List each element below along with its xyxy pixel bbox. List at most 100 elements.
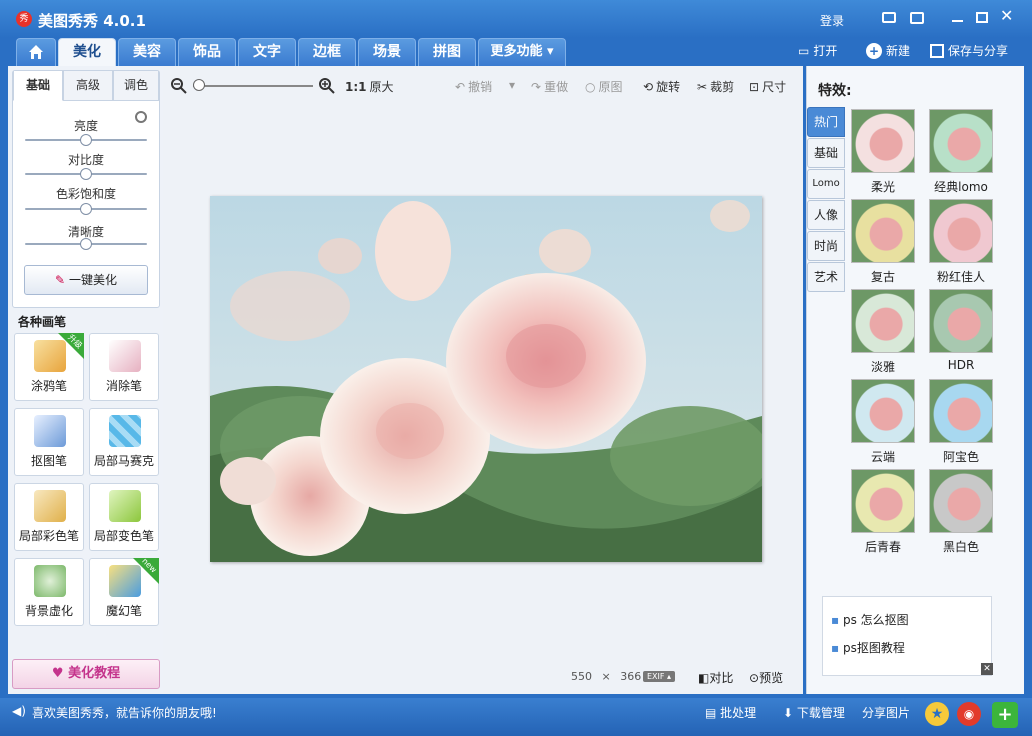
redo-button[interactable]: ↷ 重做	[531, 78, 568, 95]
rotate-button[interactable]: ⟲ 旋转	[643, 78, 680, 95]
color-brush-button[interactable]: 局部彩色笔	[14, 483, 84, 551]
effect-thumbnail[interactable]	[929, 469, 993, 533]
brush-label: 魔幻笔	[105, 604, 142, 618]
fx-tab-art[interactable]: 艺术	[807, 262, 845, 292]
skin-icon[interactable]	[910, 12, 924, 24]
qzone-icon[interactable]: ★	[925, 702, 949, 726]
save-icon	[930, 43, 944, 58]
fx-tab-hot[interactable]: 热门	[807, 107, 845, 137]
brush-label: 涂鸦笔	[30, 379, 67, 393]
fx-tab-fashion[interactable]: 时尚	[807, 231, 845, 261]
maximize-icon[interactable]	[976, 12, 988, 23]
weibo-icon[interactable]: ◉	[957, 702, 981, 726]
zoom-out-icon[interactable]	[171, 78, 187, 94]
effect-thumbnail[interactable]	[851, 109, 915, 173]
fx-tab-basic[interactable]: 基础	[807, 138, 845, 168]
magic-brush-button[interactable]: new 魔幻笔	[89, 556, 159, 626]
tab-accessories[interactable]: 饰品	[178, 38, 236, 66]
effect-thumbnail[interactable]	[929, 109, 993, 173]
message-icon[interactable]	[882, 12, 896, 23]
resize-button[interactable]: ⊡ 尺寸	[749, 78, 786, 95]
fx-tab-portrait[interactable]: 人像	[807, 200, 845, 230]
scissors-icon: ✂	[697, 79, 708, 94]
hand-icon: ♥	[51, 666, 69, 681]
original-size-button[interactable]: 1:1 原大	[345, 78, 394, 95]
sharpness-knob[interactable]	[80, 238, 92, 250]
image-width: 550	[571, 670, 592, 683]
zoom-in-icon[interactable]	[319, 78, 335, 94]
ad-box: ▪ ps 怎么抠图 ▪ ps抠图教程 ✕	[822, 596, 993, 676]
cutout-brush-button[interactable]: 抠图笔	[14, 408, 84, 476]
magic-icon: ✎	[55, 273, 66, 287]
effect-thumbnail[interactable]	[929, 289, 993, 353]
eraser-brush-button[interactable]: 消除笔	[89, 333, 159, 401]
undo-dropdown-icon[interactable]: ▾	[509, 78, 515, 92]
zoom-slider[interactable]	[193, 85, 313, 87]
tab-frame[interactable]: 边框	[298, 38, 356, 66]
saturation-knob[interactable]	[80, 203, 92, 215]
recolor-brush-button[interactable]: 局部变色笔	[89, 483, 159, 551]
effect-label: 云端	[870, 450, 895, 464]
effect-thumbnail[interactable]	[851, 289, 915, 353]
close-icon[interactable]: ✕	[1000, 8, 1013, 24]
compare-button[interactable]: ◧对比	[698, 669, 733, 686]
tab-more[interactable]: 更多功能 ▾	[478, 38, 566, 66]
tab-beauty[interactable]: 美容	[118, 38, 176, 66]
saturation-label: 色彩饱和度	[55, 187, 116, 201]
photo-canvas[interactable]	[210, 196, 770, 562]
tutorial-button[interactable]: ♥ 美化教程	[12, 659, 160, 689]
share-image-button[interactable]: 分享图片	[862, 704, 910, 721]
open-button[interactable]: ▭ 打开	[798, 42, 837, 59]
effect-thumbnail[interactable]	[929, 379, 993, 443]
tab-text[interactable]: 文字	[238, 38, 296, 66]
preview-button[interactable]: ⊙预览	[749, 669, 783, 686]
subtab-advanced[interactable]: 高级	[63, 71, 113, 101]
ad-close-icon[interactable]: ✕	[981, 663, 993, 675]
undo-button[interactable]: ↶ 撤销	[455, 78, 492, 95]
ad-link[interactable]: ▪ ps抠图教程	[831, 639, 905, 656]
effect-label: 后青春	[864, 540, 901, 554]
original-button[interactable]: ○ 原图	[585, 78, 623, 95]
effect-label: 黑白色	[942, 540, 979, 554]
fx-tab-lomo[interactable]: Lomo	[807, 169, 845, 199]
crop-button[interactable]: ✂ 裁剪	[697, 78, 734, 95]
mosaic-brush-button[interactable]: 局部马赛克	[89, 408, 159, 476]
blur-icon	[34, 565, 66, 597]
effect-thumbnail[interactable]	[851, 199, 915, 263]
save-share-button[interactable]: 保存与分享	[930, 42, 1008, 59]
zoom-knob[interactable]	[193, 79, 205, 91]
batch-label: 批处理	[720, 706, 757, 720]
mosaic-icon	[109, 415, 141, 447]
open-label: 打开	[813, 44, 838, 58]
batch-button[interactable]: ▤ 批处理	[705, 704, 756, 721]
tab-collage[interactable]: 拼图	[418, 38, 476, 66]
times-sign: ×	[601, 670, 611, 683]
subtab-color[interactable]: 调色	[113, 71, 159, 101]
ad-link[interactable]: ▪ ps 怎么抠图	[831, 611, 909, 628]
status-message[interactable]: 喜欢美图秀秀，就告诉你的朋友哦!	[32, 704, 217, 721]
doodle-brush-button[interactable]: 升级 涂鸦笔	[14, 333, 84, 401]
ad-text: ps抠图教程	[842, 641, 905, 655]
brush-label: 消除笔	[105, 379, 142, 393]
ad-text: ps 怎么抠图	[842, 613, 909, 627]
subtab-basic[interactable]: 基础	[13, 71, 63, 101]
new-button[interactable]: + 新建	[866, 42, 910, 59]
blur-background-button[interactable]: 背景虚化	[14, 558, 84, 626]
effect-label: 阿宝色	[942, 450, 979, 464]
home-tab[interactable]	[16, 38, 56, 66]
brightness-knob[interactable]	[80, 134, 92, 146]
exif-button[interactable]: EXIF ▴	[643, 671, 676, 682]
add-share-icon[interactable]: +	[992, 702, 1018, 728]
download-manager-button[interactable]: ⬇ 下载管理	[783, 704, 845, 721]
effect-thumbnail[interactable]	[851, 469, 915, 533]
tab-scene[interactable]: 场景	[358, 38, 416, 66]
effect-thumbnail[interactable]	[851, 379, 915, 443]
effect-thumbnail[interactable]	[929, 199, 993, 263]
contrast-knob[interactable]	[80, 168, 92, 180]
undo-label: 撤销	[468, 80, 493, 94]
tab-beautify[interactable]: 美化	[58, 38, 116, 66]
login-link[interactable]: 登录	[820, 12, 844, 29]
effect-label: 淡雅	[870, 360, 895, 374]
one-key-beautify-button[interactable]: ✎ 一键美化	[24, 265, 148, 295]
minimize-icon[interactable]	[952, 20, 963, 22]
